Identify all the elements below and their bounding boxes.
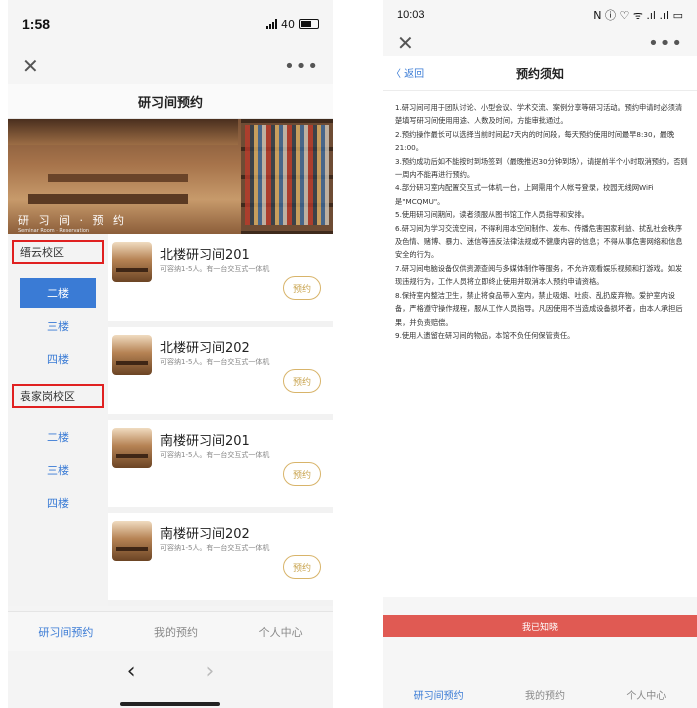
signal-icon: [266, 19, 277, 29]
rule-item: 1.研习间可用于团队讨论、小型会议、学术交流、案例分享等研习活动。预约申请时必须…: [395, 103, 683, 126]
status-time: 10:03: [397, 9, 425, 21]
battery-icon: [299, 19, 319, 29]
floor-item[interactable]: 二楼: [20, 278, 96, 308]
browser-top-bar: ✕ •••: [8, 48, 333, 84]
tab-my-reservations[interactable]: 我的预约: [525, 687, 565, 702]
reserve-button[interactable]: 预约: [283, 462, 321, 486]
room-card[interactable]: 南楼研习间202 可容纳1-5人。有一台交互式一体机 预约: [108, 513, 333, 606]
home-indicator: [120, 702, 220, 706]
reserve-button[interactable]: 预约: [283, 276, 321, 300]
campus-sidebar: 缙云校区 二楼 三楼 四楼 袁家岗校区 二楼 三楼 四楼: [8, 234, 108, 606]
browser-top-bar: ✕ •••: [383, 30, 697, 56]
status-time: 1:58: [22, 16, 51, 32]
right-phone-screen: 10:03 N ⓘ ♡ ᯤ .ıl .ıl ▭ ✕ ••• 〈 返回 预约须知 …: [383, 0, 697, 708]
floor-item[interactable]: 四楼: [20, 344, 96, 374]
acknowledge-button[interactable]: 我已知晓: [383, 615, 697, 637]
notice-header: 〈 返回 预约须知: [383, 56, 697, 91]
room-list: 北楼研习间201 可容纳1-5人。有一台交互式一体机 预约 北楼研习间202 可…: [108, 234, 333, 606]
back-link[interactable]: 〈 返回: [391, 65, 424, 80]
network-label: 40: [281, 17, 295, 31]
campus-yuanjiagang[interactable]: 袁家岗校区: [12, 384, 104, 408]
rule-item: 4.部分研习室内配置交互式一体机一台，上网需用个人帐号登录，校园无线网WiFi是…: [395, 183, 654, 206]
campus-jinyun[interactable]: 缙云校区: [12, 240, 104, 264]
room-thumbnail: [112, 521, 152, 561]
rule-item: 7.研习间电脑设备仅供资源查阅与多媒体制作等服务，不允许观看娱乐视频和打游戏。如…: [395, 263, 683, 287]
rules-text: 1.研习间可用于团队讨论、小型会议、学术交流、案例分享等研习活动。预约申请时必须…: [383, 91, 697, 597]
tab-personal-center[interactable]: 个人中心: [626, 687, 666, 702]
forward-arrow-icon[interactable]: ›: [206, 659, 215, 684]
left-phone-screen: 1:58 40 ✕ ••• 研习间预约 研 习 间 · 预 约 Seminar …: [8, 0, 333, 708]
room-thumbnail: [112, 242, 152, 282]
bottom-tab-bar: 研习间预约 我的预约 个人中心: [8, 611, 333, 652]
room-card[interactable]: 北楼研习间201 可容纳1-5人。有一台交互式一体机 预约: [108, 234, 333, 327]
tab-room-reservation[interactable]: 研习间预约: [38, 624, 93, 640]
tab-my-reservations[interactable]: 我的预约: [154, 624, 198, 640]
room-thumbnail: [112, 335, 152, 375]
floor-item[interactable]: 四楼: [20, 488, 96, 518]
banner-image: 研 习 间 · 预 约 Seminar Room · Reservation: [8, 119, 333, 234]
banner-caption: 研 习 间 · 预 约: [18, 214, 127, 227]
tab-personal-center[interactable]: 个人中心: [259, 624, 303, 640]
close-icon[interactable]: ✕: [397, 33, 414, 53]
status-bar: 1:58 40: [8, 0, 333, 48]
room-name: 南楼研习间201: [160, 434, 250, 449]
room-thumbnail: [112, 428, 152, 468]
room-name: 北楼研习间202: [160, 341, 250, 356]
room-description: 可容纳1-5人。有一台交互式一体机: [160, 358, 270, 366]
rule-item: 8.保持室内整洁卫生，禁止将食品带入室内，禁止吸烟、吐痰、乱扔废弃物。爱护室内设…: [395, 290, 683, 327]
reserve-button[interactable]: 预约: [283, 555, 321, 579]
rule-item: 5.使用研习间期间，读者须服从图书馆工作人员指导和安排。: [395, 210, 589, 220]
room-description: 可容纳1-5人。有一台交互式一体机: [160, 544, 270, 552]
rule-item: 3.预约成功后如不能按时到场签到（最晚推迟30分钟到场），请提前半个小时取消预约…: [395, 156, 688, 180]
tab-room-reservation[interactable]: 研习间预约: [414, 687, 464, 702]
more-icon[interactable]: •••: [284, 56, 319, 77]
rule-item: 2.预约操作最长可以选择当前时间起7天内的时间段，每天预约使用时间最早8:30，…: [395, 129, 675, 153]
room-card[interactable]: 南楼研习间201 可容纳1-5人。有一台交互式一体机 预约: [108, 420, 333, 513]
room-name: 南楼研习间202: [160, 527, 250, 542]
bottom-tab-bar: 研习间预约 我的预约 个人中心: [383, 680, 697, 708]
status-icons: N ⓘ ♡ ᯤ .ıl .ıl ▭: [593, 9, 683, 22]
rule-item: 6.研习间为学习交流空间，不得利用本空间制作、发布、传播危害国家利益、扰乱社会秩…: [395, 223, 683, 260]
rule-item: 9.使用人遗留在研习间的物品，本馆不负任何保管责任。: [395, 330, 575, 340]
main-content: 缙云校区 二楼 三楼 四楼 袁家岗校区 二楼 三楼 四楼 北楼研习间201 可容…: [8, 234, 333, 606]
room-name: 北楼研习间201: [160, 248, 250, 263]
floor-item[interactable]: 三楼: [20, 455, 96, 485]
browser-nav-bar: ‹ ›: [8, 651, 333, 691]
page-title: 研习间预约: [8, 84, 333, 119]
page-title: 预约须知: [515, 66, 564, 81]
floor-item[interactable]: 二楼: [20, 422, 96, 452]
status-bar: 10:03 N ⓘ ♡ ᯤ .ıl .ıl ▭: [383, 0, 697, 30]
close-icon[interactable]: ✕: [22, 56, 39, 76]
room-card[interactable]: 北楼研习间202 可容纳1-5人。有一台交互式一体机 预约: [108, 327, 333, 420]
back-arrow-icon[interactable]: ‹: [127, 659, 136, 684]
reserve-button[interactable]: 预约: [283, 369, 321, 393]
floor-item[interactable]: 三楼: [20, 311, 96, 341]
room-description: 可容纳1-5人。有一台交互式一体机: [160, 265, 270, 273]
room-description: 可容纳1-5人。有一台交互式一体机: [160, 451, 270, 459]
more-icon[interactable]: •••: [648, 33, 683, 54]
status-icons: 40: [266, 18, 319, 31]
